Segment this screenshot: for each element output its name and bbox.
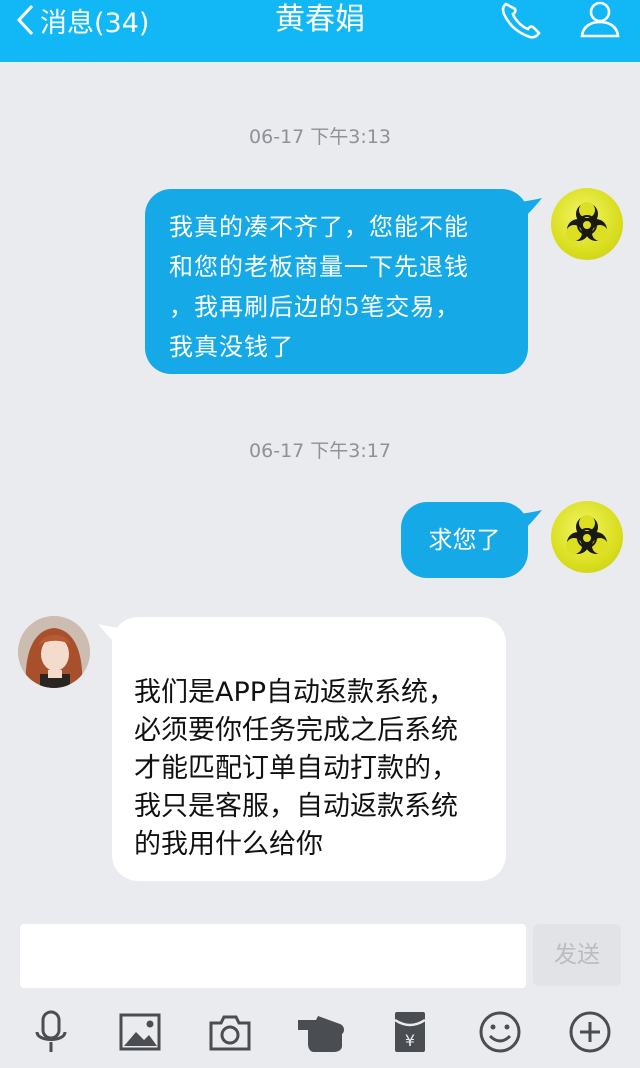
svg-text:¥: ¥ xyxy=(405,1031,415,1050)
message-line: 的我用什么给你 xyxy=(134,829,323,860)
camera-icon[interactable] xyxy=(206,1008,254,1056)
contact-avatar[interactable] xyxy=(18,616,90,688)
message-line: 我真没钱了 xyxy=(169,333,294,361)
outgoing-message-bubble[interactable]: 我真的凑不齐了，您能不能 和您的老板商量一下先退钱 ，我再刷后边的5笔交易， 我… xyxy=(145,189,528,374)
message-line: 我们是APP自动返款系统， xyxy=(134,677,456,708)
phone-icon[interactable] xyxy=(498,0,546,40)
hand-icon[interactable] xyxy=(296,1008,348,1056)
microphone-icon[interactable] xyxy=(27,1008,75,1056)
my-avatar[interactable] xyxy=(551,188,623,260)
message-line: 才能匹配订单自动打款的， xyxy=(134,753,458,784)
message-line: ，我再刷后边的5笔交易， xyxy=(169,293,461,321)
message-line: 我真的凑不齐了，您能不能 xyxy=(169,213,469,241)
message-input[interactable] xyxy=(20,924,526,988)
emoji-icon[interactable] xyxy=(476,1008,524,1056)
send-button[interactable]: 发送 xyxy=(533,924,621,986)
my-avatar[interactable] xyxy=(551,501,623,573)
message-line: 必须要你任务完成之后系统 xyxy=(134,715,458,746)
message-line: 和您的老板商量一下先退钱 xyxy=(169,253,469,281)
message-line: 我只是客服，自动返款系统 xyxy=(134,791,458,822)
bubble-tail xyxy=(520,510,542,530)
top-bar: 消息(34) 黄春娟 xyxy=(0,0,640,62)
biohazard-icon xyxy=(566,202,608,241)
message-text: 求您了 xyxy=(428,526,501,554)
person-icon[interactable] xyxy=(577,0,623,40)
outgoing-message-bubble[interactable]: 求您了 xyxy=(401,502,528,578)
timestamp: 06-17 下午3:17 xyxy=(249,440,391,462)
incoming-message-bubble[interactable]: 我们是APP自动返款系统， 必须要你任务完成之后系统 才能匹配订单自动打款的， … xyxy=(112,617,506,881)
red-packet-icon[interactable]: ¥ xyxy=(386,1008,434,1056)
image-icon[interactable] xyxy=(116,1008,164,1056)
timestamp: 06-17 下午3:13 xyxy=(249,126,391,148)
bubble-tail xyxy=(520,198,542,218)
contact-photo xyxy=(18,616,90,688)
biohazard-icon xyxy=(566,515,608,554)
plus-icon[interactable] xyxy=(566,1008,614,1056)
